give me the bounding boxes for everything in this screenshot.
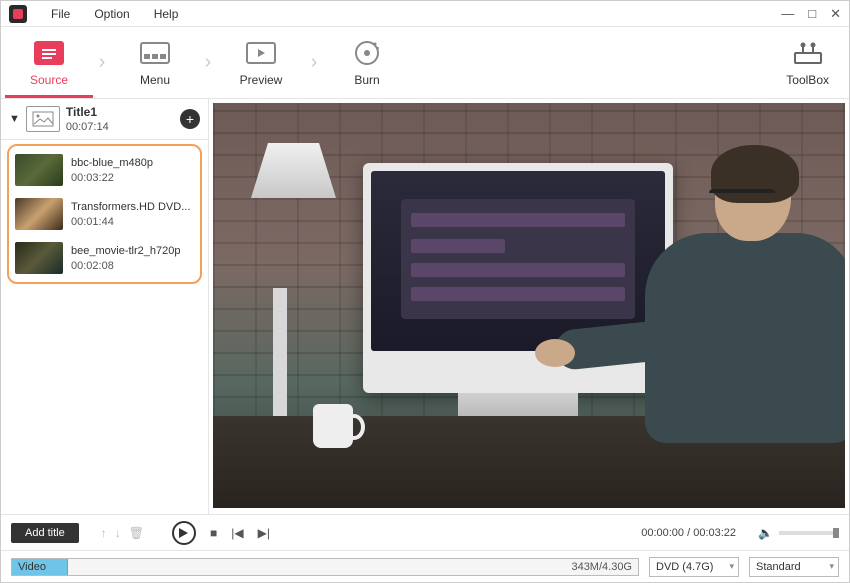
preview-icon <box>245 39 277 67</box>
menu-file[interactable]: File <box>39 7 82 21</box>
window-controls: — □ ✕ <box>781 6 841 22</box>
list-tools: ↑ ↓ 🗑 <box>101 526 144 540</box>
chevron-icon: › <box>93 38 111 88</box>
title-duration: 00:07:14 <box>66 121 174 133</box>
tab-toolbox-label: ToolBox <box>786 73 829 87</box>
title-thumbnail <box>26 106 60 132</box>
tab-preview[interactable]: Preview <box>217 39 305 87</box>
clip-list: bbc-blue_m480p 00:03:22 Transformers.HD … <box>7 144 202 284</box>
disc-usage-bar: Video 343M/4.30G <box>11 558 639 576</box>
time-total: 00:03:22 <box>693 527 736 539</box>
move-down-icon[interactable]: ↓ <box>115 526 121 540</box>
burn-icon <box>351 39 383 67</box>
quality-select[interactable]: Standard <box>749 557 839 577</box>
close-button[interactable]: ✕ <box>830 6 841 22</box>
toolbox-icon <box>792 39 824 67</box>
tab-menu-label: Menu <box>140 73 170 87</box>
titlebar: File Option Help — □ ✕ <box>1 1 849 27</box>
clip-item[interactable]: bee_movie-tlr2_h720p 00:02:08 <box>9 236 200 280</box>
tab-toolbox[interactable]: ToolBox <box>786 39 829 87</box>
play-icon <box>179 528 188 538</box>
clip-item[interactable]: Transformers.HD DVD... 00:01:44 <box>9 192 200 236</box>
controls-bar: Add title ↑ ↓ 🗑 ■ |◀ ▶| 00:00:00 / 00:03… <box>1 514 849 550</box>
play-button[interactable] <box>172 521 196 545</box>
video-canvas[interactable] <box>213 103 845 508</box>
clip-duration: 00:01:44 <box>71 216 190 228</box>
clip-item[interactable]: bbc-blue_m480p 00:03:22 <box>9 148 200 192</box>
minimize-button[interactable]: — <box>781 6 794 21</box>
clip-name: bee_movie-tlr2_h720p <box>71 245 180 257</box>
move-up-icon[interactable]: ↑ <box>101 526 107 540</box>
title-group[interactable]: ▼ Title1 00:07:14 + <box>1 99 208 140</box>
maximize-button[interactable]: □ <box>808 6 816 21</box>
menu-help[interactable]: Help <box>142 7 191 21</box>
time-current: 00:00:00 <box>641 527 684 539</box>
volume-control: 🔈 <box>758 526 839 540</box>
top-tabs: Source › Menu › Preview › Burn ToolBox <box>1 27 849 99</box>
clip-name: bbc-blue_m480p <box>71 157 153 169</box>
tab-burn-label: Burn <box>354 73 379 87</box>
clip-duration: 00:02:08 <box>71 260 180 272</box>
stop-button[interactable]: ■ <box>210 526 217 540</box>
main-area: ▼ Title1 00:07:14 + bbc-blue_m480p 00:03… <box>1 99 849 514</box>
tab-burn[interactable]: Burn <box>323 39 411 87</box>
prev-button[interactable]: |◀ <box>231 526 243 540</box>
app-icon <box>9 5 27 23</box>
chevron-icon: › <box>199 38 217 88</box>
disc-type-select[interactable]: DVD (4.7G) <box>649 557 739 577</box>
chevron-icon: › <box>305 38 323 88</box>
status-bar: Video 343M/4.30G DVD (4.7G) Standard <box>1 550 849 582</box>
volume-slider[interactable] <box>779 531 839 535</box>
track-label: Video <box>18 561 46 573</box>
tab-preview-label: Preview <box>240 73 283 87</box>
tab-source[interactable]: Source <box>5 39 93 87</box>
clip-name: Transformers.HD DVD... <box>71 201 190 213</box>
sidebar: ▼ Title1 00:07:14 + bbc-blue_m480p 00:03… <box>1 99 209 514</box>
add-title-button[interactable]: Add title <box>11 523 79 543</box>
clip-thumbnail <box>15 198 63 230</box>
preview-area <box>209 99 849 514</box>
playback-controls: ■ |◀ ▶| <box>172 521 270 545</box>
source-icon <box>33 39 65 67</box>
next-button[interactable]: ▶| <box>258 526 270 540</box>
tab-source-label: Source <box>30 73 68 87</box>
clip-thumbnail <box>15 154 63 186</box>
clip-thumbnail <box>15 242 63 274</box>
disc-usage-label: 343M/4.30G <box>571 561 632 573</box>
title-info: Title1 00:07:14 <box>66 105 174 133</box>
add-clip-button[interactable]: + <box>180 109 200 129</box>
tab-menu[interactable]: Menu <box>111 39 199 87</box>
collapse-caret-icon[interactable]: ▼ <box>9 113 20 125</box>
volume-icon[interactable]: 🔈 <box>758 526 773 540</box>
delete-icon[interactable]: 🗑 <box>129 526 144 540</box>
menu-option[interactable]: Option <box>82 7 141 21</box>
clip-duration: 00:03:22 <box>71 172 153 184</box>
title-name: Title1 <box>66 105 174 119</box>
time-display: 00:00:00 / 00:03:22 <box>641 527 736 539</box>
menu-icon <box>139 39 171 67</box>
disc-usage-fill: Video <box>12 559 68 575</box>
